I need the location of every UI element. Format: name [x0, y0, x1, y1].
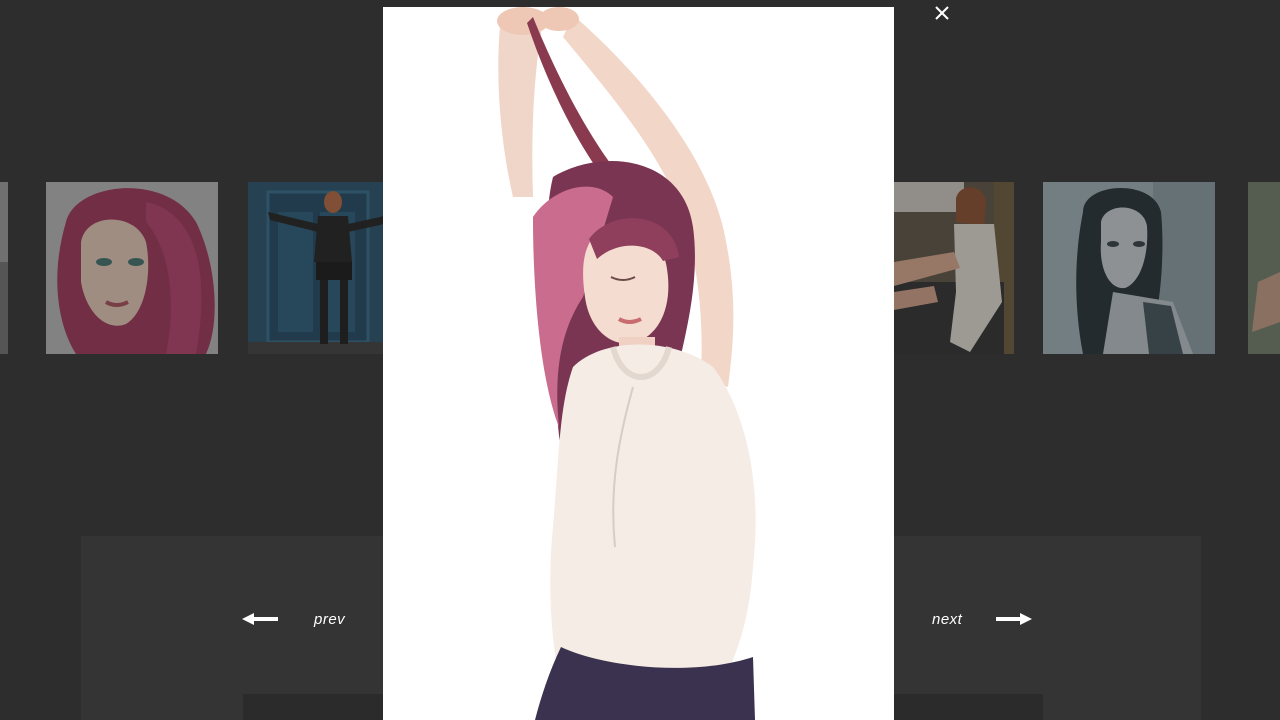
arrow-right-icon — [996, 613, 1033, 625]
next-label: next — [932, 610, 963, 628]
lightbox-image — [383, 7, 894, 720]
close-button[interactable] — [932, 3, 952, 23]
prev-button[interactable]: prev — [242, 608, 345, 630]
gallery-thumbnail[interactable] — [46, 182, 218, 354]
gallery-thumbnail[interactable] — [894, 182, 1014, 354]
prev-label: prev — [314, 610, 346, 628]
gallery-thumbnail[interactable] — [0, 182, 8, 354]
gallery-thumbnail[interactable] — [1043, 182, 1215, 354]
arrow-left-icon — [242, 613, 278, 625]
gallery-thumbnail[interactable] — [248, 182, 384, 354]
gallery-page: prev next — [0, 0, 1280, 720]
next-button[interactable]: next — [932, 608, 1033, 630]
gallery-thumbnail[interactable] — [1248, 182, 1280, 354]
close-icon — [932, 3, 952, 23]
